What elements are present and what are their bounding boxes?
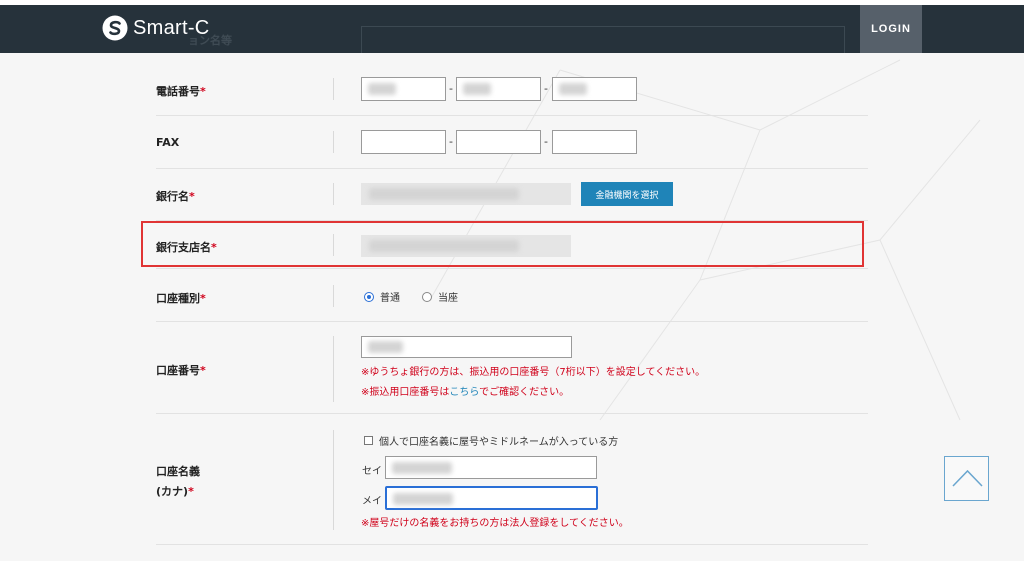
note-2-suffix: でご確認ください。 — [479, 387, 570, 398]
scroll-to-top-button[interactable] — [944, 456, 989, 501]
row-divider — [333, 336, 334, 402]
bank-name-value — [361, 183, 571, 205]
confirm-link[interactable]: こちら — [449, 387, 479, 398]
radio-touza[interactable] — [422, 291, 432, 302]
mei-label: メイ — [362, 496, 382, 507]
mei-input[interactable] — [385, 486, 598, 510]
radio-futsu[interactable] — [364, 291, 374, 302]
fax-input-3[interactable] — [552, 130, 637, 154]
company-name-checkbox[interactable] — [364, 436, 373, 445]
phone-separator-1: - — [449, 82, 453, 95]
row-divider — [333, 285, 334, 307]
login-button[interactable]: LOGIN — [860, 5, 922, 53]
fax-separator-1: - — [449, 135, 453, 148]
phone-label-text: 電話番号 — [156, 85, 200, 98]
chevron-up-icon — [952, 469, 983, 487]
required-mark: * — [200, 364, 206, 377]
account-number-note-1: ※ゆうちょ銀行の方は、振込用の口座番号（7桁以下）を設定してください。 — [361, 367, 706, 378]
fax-separator-2: - — [544, 135, 548, 148]
phone-label: 電話番号* — [156, 83, 206, 99]
radio-futsu-label: 普通 — [380, 293, 400, 304]
site-header: ョン名等 Smart-C LOGIN — [0, 5, 1024, 53]
site-logo[interactable]: Smart-C — [102, 15, 210, 41]
account-number-label-text: 口座番号 — [156, 364, 200, 377]
phone-input-3[interactable] — [552, 77, 637, 101]
highlight-box — [141, 221, 864, 267]
account-number-label: 口座番号* — [156, 362, 206, 378]
row-divider — [333, 131, 334, 153]
logo-text: Smart-C — [133, 16, 210, 39]
row-divider — [333, 430, 334, 530]
form-row-fax: FAX - - — [156, 116, 868, 169]
sei-input[interactable] — [385, 456, 597, 479]
required-mark: * — [200, 292, 206, 305]
row-divider — [333, 78, 334, 100]
company-name-checkbox-row: 個人で口座名義に屋号やミドルネームが入っている方 — [364, 433, 618, 448]
account-name-label: 口座名義 (カナ)* — [156, 462, 200, 502]
required-mark: * — [200, 85, 206, 98]
account-type-label: 口座種別* — [156, 290, 206, 306]
fax-input-1[interactable] — [361, 130, 446, 154]
form-row-bank: 銀行名* 金融機関を選択 — [156, 169, 868, 221]
account-name-label-line2: (カナ) — [156, 485, 189, 498]
note-2-prefix: ※振込用口座番号は — [361, 387, 450, 398]
row-divider — [333, 183, 334, 205]
phone-separator-2: - — [544, 82, 548, 95]
account-type-label-text: 口座種別 — [156, 292, 200, 305]
company-name-checkbox-label: 個人で口座名義に屋号やミドルネームが入っている方 — [379, 437, 619, 448]
bank-label: 銀行名* — [156, 188, 195, 204]
account-name-note: ※屋号だけの名義をお持ちの方は法人登録をしてください。 — [361, 518, 629, 529]
required-mark: * — [189, 190, 195, 203]
account-name-label-line1: 口座名義 — [156, 465, 200, 478]
fax-input-2[interactable] — [456, 130, 541, 154]
bank-label-text: 銀行名 — [156, 190, 189, 203]
required-mark: * — [188, 485, 194, 498]
form-row-phone: 電話番号* - - — [156, 63, 868, 116]
phone-input-2[interactable] — [456, 77, 541, 101]
account-number-note-2: ※振込用口座番号はこちらでご確認ください。 — [361, 383, 569, 398]
account-number-input[interactable] — [361, 336, 572, 358]
phone-input-1[interactable] — [361, 77, 446, 101]
smart-c-logo-icon — [102, 15, 128, 41]
select-bank-button[interactable]: 金融機関を選択 — [581, 182, 673, 206]
account-type-radio-group: 普通 当座 — [364, 289, 458, 304]
radio-touza-label: 当座 — [438, 293, 458, 304]
previous-field-input — [361, 26, 845, 53]
form-row-account-type: 口座種別* — [156, 269, 868, 322]
sei-label: セイ — [362, 466, 382, 477]
fax-label: FAX — [156, 136, 180, 149]
